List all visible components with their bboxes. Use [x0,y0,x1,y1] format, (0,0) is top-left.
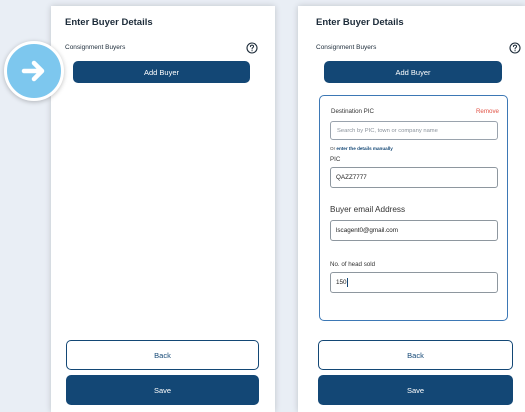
buyer-email-field[interactable]: lscagent0@gmail.com [330,220,498,241]
manual-entry-line: Or enter the details manually [330,146,393,151]
back-button[interactable]: Back [318,340,513,370]
pic-label: PIC [330,156,341,163]
consignment-buyers-label: Consignment Buyers [316,44,377,51]
pic-field[interactable]: QAZZ7777 [330,167,498,188]
save-button[interactable]: Save [318,375,513,405]
page-title: Enter Buyer Details [316,17,404,28]
add-buyer-button[interactable]: Add Buyer [73,61,250,83]
add-buyer-button[interactable]: Add Buyer [324,61,502,83]
arrow-right-icon [21,60,45,82]
pic-search-input[interactable]: Search by PIC, town or company name [330,121,498,140]
destination-pic-label: Destination PIC [331,108,374,115]
question-circle-icon[interactable] [509,42,521,54]
text-cursor [347,278,349,287]
consignment-buyers-label: Consignment Buyers [65,44,126,51]
remove-buyer-link[interactable]: Remove [476,108,499,115]
head-sold-value: 150 [336,279,347,286]
buyer-details-panel-filled: Enter Buyer Details Consignment Buyers A… [298,6,525,412]
save-button[interactable]: Save [66,375,259,405]
page-title: Enter Buyer Details [65,17,153,28]
head-sold-field[interactable]: 150 [330,272,498,293]
question-circle-icon[interactable] [246,42,258,54]
back-button[interactable]: Back [66,340,259,370]
arrow-right-badge [4,41,64,101]
buyer-details-panel-empty: Enter Buyer Details Consignment Buyers A… [51,6,275,412]
buyer-email-label: Buyer email Address [330,205,406,214]
buyer-card: Destination PIC Remove Search by PIC, to… [319,95,508,321]
head-sold-label: No. of head sold [330,261,376,268]
enter-details-manually-link[interactable]: enter the details manually [336,146,392,151]
